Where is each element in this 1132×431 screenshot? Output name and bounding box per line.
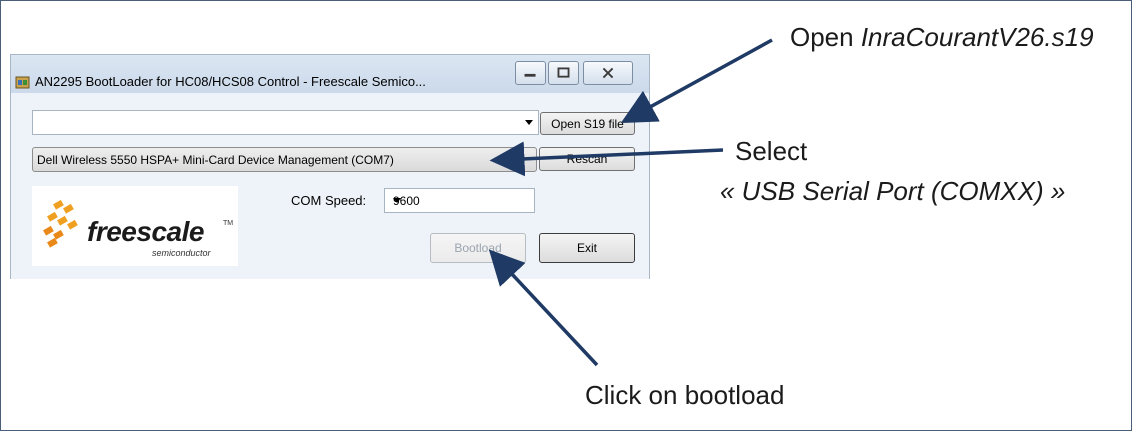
annotation-arrows	[488, 38, 773, 367]
arrow-to-bootload-button	[488, 249, 599, 367]
arrow-to-port-select	[489, 141, 724, 177]
arrow-to-open-button	[620, 38, 773, 124]
